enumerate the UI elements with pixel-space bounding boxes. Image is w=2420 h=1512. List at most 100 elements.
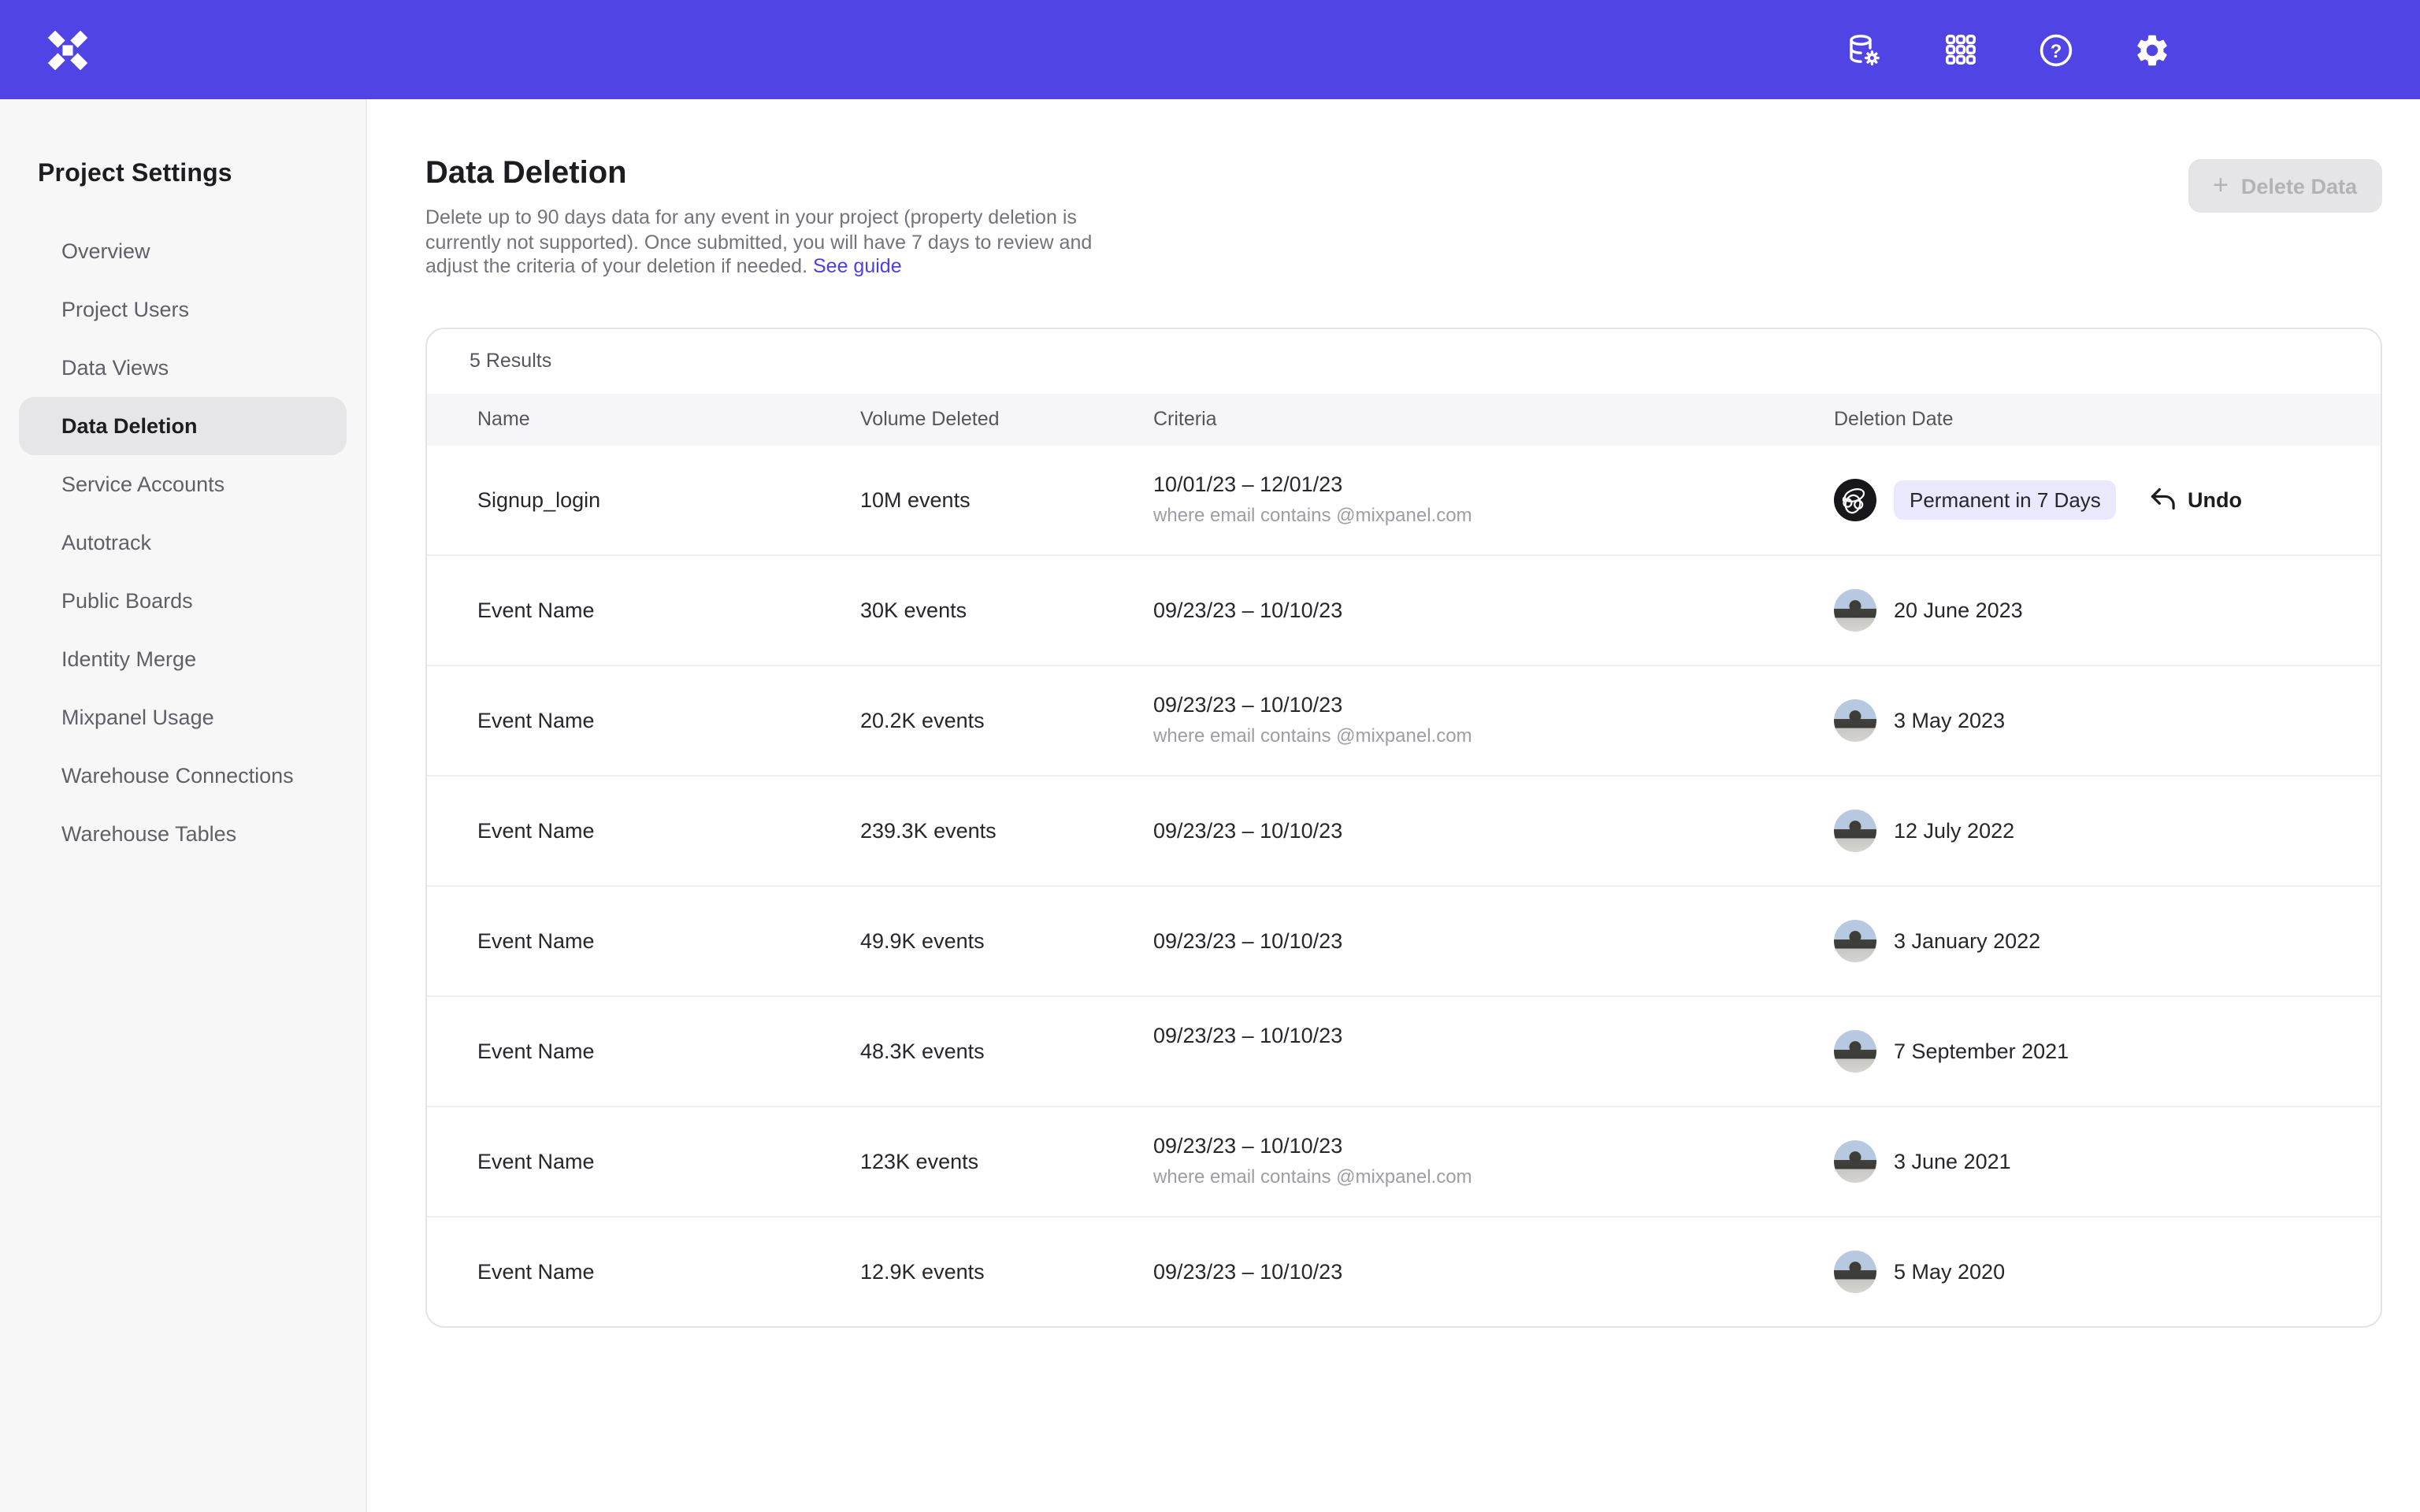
sidebar-item-overview[interactable]: Overview: [19, 222, 347, 280]
status-badge: Permanent in 7 Days: [1894, 480, 2117, 519]
row-event-name: Event Name: [427, 1039, 810, 1062]
row-criteria: 09/23/23 – 10/10/23: [1103, 1024, 1783, 1077]
row-deletion-date: 20 June 2023: [1783, 588, 2381, 631]
row-event-name: Event Name: [427, 1149, 810, 1173]
sidebar-item-service-accounts[interactable]: Service Accounts: [19, 455, 347, 513]
help-icon[interactable]: ?: [2037, 31, 2075, 69]
row-criteria-date-range: 09/23/23 – 10/10/23: [1153, 1259, 1783, 1283]
avatar: [1834, 1140, 1876, 1182]
row-volume-deleted: 20.2K events: [810, 708, 1103, 732]
avatar: [1834, 478, 1876, 521]
column-header-criteria: Criteria: [1103, 408, 1783, 430]
row-event-name: Event Name: [427, 1259, 810, 1283]
settings-sidebar: Project Settings OverviewProject UsersDa…: [0, 99, 367, 1512]
table-row: Event Name 30K events 09/23/23 – 10/10/2…: [427, 554, 2381, 664]
avatar: [1834, 1250, 1876, 1292]
row-volume-deleted: 10M events: [810, 487, 1103, 511]
sidebar-item-public-boards[interactable]: Public Boards: [19, 572, 347, 630]
row-criteria: 09/23/23 – 10/10/23: [1103, 1259, 1783, 1283]
topbar-icon-group: ?: [1845, 31, 2171, 69]
row-criteria-date-range: 09/23/23 – 10/10/23: [1153, 693, 1783, 717]
row-event-name: Signup_login: [427, 487, 810, 511]
row-criteria: 09/23/23 – 10/10/23: [1103, 598, 1783, 621]
deletion-table-card: 5 Results Name Volume Deleted Criteria D…: [425, 327, 2382, 1327]
deletion-date-text: 5 May 2020: [1894, 1259, 2005, 1283]
table-header-row: Name Volume Deleted Criteria Deletion Da…: [427, 393, 2381, 445]
row-event-name: Event Name: [427, 928, 810, 952]
row-criteria: 09/23/23 – 10/10/23 where email contains…: [1103, 693, 1783, 747]
table-row: Event Name 20.2K events 09/23/23 – 10/10…: [427, 664, 2381, 774]
row-criteria-filter: where email contains @mixpanel.com: [1153, 504, 1783, 526]
data-management-icon[interactable]: [1845, 31, 1883, 69]
column-header-volume: Volume Deleted: [810, 408, 1103, 430]
column-header-deletion-date: Deletion Date: [1783, 408, 2381, 430]
row-criteria: 09/23/23 – 10/10/23: [1103, 928, 1783, 952]
deletion-date-text: 20 June 2023: [1894, 598, 2023, 621]
page-description-text: Delete up to 90 days data for any event …: [425, 206, 1092, 277]
avatar: [1834, 588, 1876, 631]
row-volume-deleted: 49.9K events: [810, 928, 1103, 952]
row-deletion-date: 5 May 2020: [1783, 1250, 2381, 1292]
delete-data-button-label: Delete Data: [2241, 174, 2357, 198]
row-criteria: 10/01/23 – 12/01/23 where email contains…: [1103, 472, 1783, 526]
avatar: [1834, 1029, 1876, 1072]
sidebar-item-mixpanel-usage[interactable]: Mixpanel Usage: [19, 688, 347, 747]
delete-data-button[interactable]: + Delete Data: [2188, 159, 2382, 213]
settings-gear-icon[interactable]: [2133, 31, 2171, 69]
row-event-name: Event Name: [427, 598, 810, 621]
deletion-date-text: 3 June 2021: [1894, 1149, 2011, 1173]
row-criteria-date-range: 10/01/23 – 12/01/23: [1153, 472, 1783, 496]
plus-icon: +: [2213, 171, 2229, 198]
row-event-name: Event Name: [427, 708, 810, 732]
undo-icon: [2147, 487, 2175, 512]
main-content: Data Deletion Delete up to 90 days data …: [367, 99, 2420, 1512]
sidebar-item-identity-merge[interactable]: Identity Merge: [19, 630, 347, 688]
sidebar-item-warehouse-connections[interactable]: Warehouse Connections: [19, 747, 347, 805]
results-count: 5 Results: [427, 328, 2381, 393]
page-header: Data Deletion Delete up to 90 days data …: [425, 156, 2382, 280]
apps-grid-icon[interactable]: [1941, 31, 1979, 69]
avatar: [1834, 809, 1876, 851]
avatar: [1834, 919, 1876, 962]
sidebar-item-autotrack[interactable]: Autotrack: [19, 513, 347, 572]
row-volume-deleted: 123K events: [810, 1149, 1103, 1173]
page-title: Data Deletion: [425, 156, 1138, 192]
row-volume-deleted: 12.9K events: [810, 1259, 1103, 1283]
row-deletion-date: 3 May 2023: [1783, 699, 2381, 741]
table-body: Signup_login 10M events 10/01/23 – 12/01…: [427, 445, 2381, 1325]
table-row: Event Name 49.9K events 09/23/23 – 10/10…: [427, 884, 2381, 995]
mixpanel-logo[interactable]: [43, 24, 93, 75]
table-row: Event Name 12.9K events 09/23/23 – 10/10…: [427, 1215, 2381, 1325]
avatar: [1834, 699, 1876, 741]
row-criteria-date-range: 09/23/23 – 10/10/23: [1153, 1024, 1783, 1047]
sidebar-item-data-deletion[interactable]: Data Deletion: [19, 397, 347, 455]
sidebar-nav: OverviewProject UsersData ViewsData Dele…: [0, 222, 366, 863]
row-criteria: 09/23/23 – 10/10/23 where email contains…: [1103, 1134, 1783, 1188]
undo-button[interactable]: Undo: [2147, 487, 2242, 512]
row-criteria-date-range: 09/23/23 – 10/10/23: [1153, 818, 1783, 842]
sidebar-item-project-users[interactable]: Project Users: [19, 280, 347, 339]
svg-text:?: ?: [2051, 40, 2062, 61]
see-guide-link[interactable]: See guide: [813, 255, 902, 277]
row-deletion-date: Permanent in 7 Days Undo: [1783, 478, 2381, 521]
row-volume-deleted: 48.3K events: [810, 1039, 1103, 1062]
undo-button-label: Undo: [2188, 487, 2242, 511]
row-criteria-filter: [1153, 1055, 1783, 1077]
deletion-date-text: 3 May 2023: [1894, 708, 2005, 732]
sidebar-item-data-views[interactable]: Data Views: [19, 339, 347, 397]
row-volume-deleted: 30K events: [810, 598, 1103, 621]
sidebar-item-warehouse-tables[interactable]: Warehouse Tables: [19, 805, 347, 863]
row-criteria: 09/23/23 – 10/10/23: [1103, 818, 1783, 842]
sidebar-heading: Project Settings: [38, 161, 366, 189]
row-volume-deleted: 239.3K events: [810, 818, 1103, 842]
deletion-date-text: 12 July 2022: [1894, 818, 2014, 842]
table-row: Event Name 48.3K events 09/23/23 – 10/10…: [427, 995, 2381, 1105]
row-event-name: Event Name: [427, 818, 810, 842]
row-criteria-filter: where email contains @mixpanel.com: [1153, 724, 1783, 747]
app-window: ? Project Settings OverviewProject Users…: [0, 0, 2420, 1512]
page-description: Delete up to 90 days data for any event …: [425, 206, 1138, 280]
row-deletion-date: 7 September 2021: [1783, 1029, 2381, 1072]
table-row: Event Name 123K events 09/23/23 – 10/10/…: [427, 1105, 2381, 1215]
top-nav-bar: ?: [0, 0, 2420, 99]
deletion-date-text: 3 January 2022: [1894, 928, 2040, 952]
